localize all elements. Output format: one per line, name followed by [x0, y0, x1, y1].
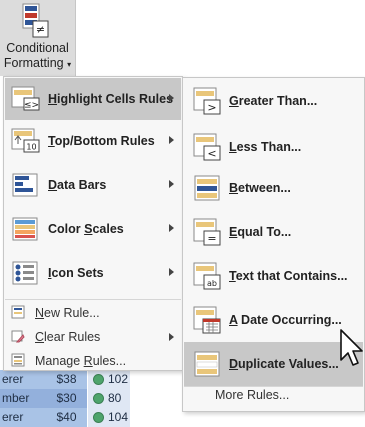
menu-item-label: Clear Rules: [35, 330, 101, 344]
mouse-pointer-icon: [340, 329, 363, 366]
cell-score[interactable]: 104: [88, 408, 130, 427]
submenu-item-a-date-occurring[interactable]: A Date Occurring...: [184, 298, 363, 342]
menu-item-data-bars[interactable]: Data Bars: [5, 164, 181, 206]
cell-price[interactable]: $40: [46, 408, 87, 427]
chevron-right-icon: [169, 94, 174, 102]
submenu-item-label: Between...: [229, 181, 291, 195]
submenu-item-label: A Date Occurring...: [229, 313, 342, 327]
submenu-item-between[interactable]: Between...: [184, 166, 363, 210]
menu-item-label: Top/Bottom Rules: [48, 134, 155, 148]
chevron-right-icon: [169, 333, 174, 341]
icon-sets-icon: [12, 261, 38, 285]
submenu-item-label: Equal To...: [229, 225, 292, 239]
duplicate-values-icon: [194, 351, 220, 377]
manage-rules-icon: [11, 353, 25, 367]
conditional-formatting-button[interactable]: ≠ Conditional Formatting ▾: [0, 0, 76, 76]
menu-item-icon-sets[interactable]: Icon Sets: [5, 252, 181, 294]
menu-separator: [5, 299, 181, 300]
menu-item-label: Manage Rules...: [35, 354, 127, 368]
menu-item-highlight-cells-rules[interactable]: ≤> Highlight Cells Rules: [5, 78, 181, 120]
svg-text:=: =: [207, 232, 216, 245]
submenu-item-label: Duplicate Values...: [229, 357, 339, 371]
data-bars-icon: [12, 173, 38, 197]
cell-score[interactable]: 80: [88, 389, 130, 408]
menu-item-label: Data Bars: [48, 178, 107, 192]
more-rules-link[interactable]: More Rules...: [215, 388, 289, 402]
chevron-right-icon: [169, 136, 174, 144]
text-contains-icon: ab: [193, 262, 221, 290]
submenu-item-equal-to[interactable]: = Equal To...: [184, 210, 363, 254]
chevron-right-icon: [169, 180, 174, 188]
svg-text:ab: ab: [207, 279, 217, 288]
cell-price[interactable]: $30: [46, 389, 87, 408]
less-than-icon: <: [193, 133, 221, 161]
svg-text:10: 10: [26, 143, 36, 152]
menu-item-label: New Rule...: [35, 306, 100, 320]
green-circle-icon: [93, 374, 104, 385]
green-circle-icon: [93, 393, 104, 404]
submenu-item-greater-than[interactable]: > Greater Than...: [184, 79, 363, 123]
chevron-right-icon: [169, 268, 174, 276]
top-bottom-icon: 10: [11, 128, 40, 153]
green-circle-icon: [93, 412, 104, 423]
menu-item-label: Highlight Cells Rules: [48, 92, 174, 106]
menu-item-manage-rules[interactable]: Manage Rules...: [5, 349, 181, 373]
equal-to-icon: =: [193, 218, 221, 246]
cell-name[interactable]: mber: [0, 389, 46, 408]
cell-name[interactable]: erer: [0, 408, 46, 427]
svg-text:>: >: [207, 101, 216, 114]
greater-than-icon: >: [193, 87, 221, 115]
date-occurring-icon: [193, 306, 221, 334]
conditional-formatting-icon: ≠: [22, 3, 49, 38]
clear-rules-icon: [11, 330, 25, 343]
svg-text:≠: ≠: [36, 23, 45, 36]
color-scales-icon: [12, 217, 38, 241]
menu-item-color-scales[interactable]: Color Scales: [5, 208, 181, 250]
conditional-formatting-label: Conditional Formatting ▾: [3, 41, 72, 70]
new-rule-icon: [11, 305, 25, 319]
menu-item-top-bottom-rules[interactable]: 10 Top/Bottom Rules: [5, 120, 181, 162]
svg-text:≤>: ≤>: [24, 101, 39, 111]
menu-item-clear-rules[interactable]: Clear Rules: [5, 325, 181, 349]
table-row[interactable]: mber $30 80: [0, 389, 190, 408]
table-row[interactable]: erer $40 104: [0, 408, 190, 427]
submenu-item-label: Less Than...: [229, 140, 302, 154]
submenu-item-label: Greater Than...: [229, 94, 318, 108]
submenu-item-less-than[interactable]: < Less Than...: [184, 125, 363, 169]
svg-text:<: <: [207, 147, 216, 160]
chevron-right-icon: [169, 224, 174, 232]
menu-item-new-rule[interactable]: New Rule...: [5, 301, 181, 325]
submenu-item-duplicate-values[interactable]: Duplicate Values...: [184, 342, 363, 386]
chevron-down-icon: ▾: [67, 60, 72, 69]
submenu-item-label: Text that Contains...: [229, 269, 348, 283]
submenu-separator: [184, 386, 363, 387]
conditional-formatting-menu: ≤> Highlight Cells Rules 10 Top/Bottom R…: [3, 76, 183, 371]
submenu-item-text-that-contains[interactable]: ab Text that Contains...: [184, 254, 363, 298]
menu-item-label: Color Scales: [48, 222, 124, 236]
between-icon: [194, 175, 220, 201]
highlight-cells-icon: ≤>: [11, 86, 40, 111]
menu-item-label: Icon Sets: [48, 266, 104, 280]
